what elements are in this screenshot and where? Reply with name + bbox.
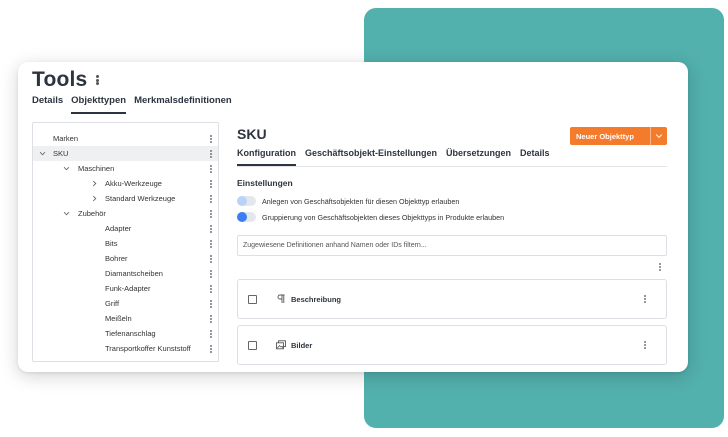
tree-item-label: Akku-Werkzeuge — [105, 179, 162, 188]
tree-item-menu-icon[interactable] — [210, 329, 212, 338]
definition-menu-icon[interactable] — [644, 341, 646, 349]
tree-item-label: Zubehör — [78, 209, 106, 218]
tab-details[interactable]: Details — [520, 148, 550, 166]
tree-item-label: SKU — [53, 149, 69, 158]
app-menu-icon[interactable] — [96, 75, 100, 85]
chevron-down-icon[interactable] — [650, 127, 667, 145]
tree-item-label: Maschinen — [78, 164, 115, 173]
tree-item-akku-werkzeuge[interactable]: Akku-Werkzeuge — [33, 176, 218, 191]
tree-item-menu-icon[interactable] — [210, 344, 212, 353]
chevron-right-icon[interactable] — [89, 179, 99, 189]
tree-item-label: Transportkoffer Kunststoff — [105, 344, 191, 353]
tree-item-label: Diamantscheiben — [105, 269, 163, 278]
setting-label: Anlegen von Geschäftsobjekten für diesen… — [262, 196, 460, 206]
allow-grouping-toggle[interactable] — [237, 212, 256, 222]
tree-item-transportkoffer-kunststoff[interactable]: Transportkoffer Kunststoff — [33, 341, 218, 356]
new-object-type-button-label: Neuer Objekttyp — [576, 131, 634, 141]
tab-objekttypen[interactable]: Objekttypen — [71, 95, 127, 114]
list-menu-icon[interactable] — [659, 263, 661, 271]
tree-item-menu-icon[interactable] — [210, 299, 212, 308]
detail-tabs: Konfiguration Geschäftsobjekt-Einstellun… — [237, 148, 667, 167]
tab-details[interactable]: Details — [32, 95, 63, 114]
tree-item-label: Standard Werkzeuge — [105, 194, 176, 203]
tree-item-menu-icon[interactable] — [210, 134, 212, 143]
tree-item-standard-werkzeuge[interactable]: Standard Werkzeuge — [33, 191, 218, 206]
tree-item-menu-icon[interactable] — [210, 209, 212, 218]
tree-item-menu-icon[interactable] — [210, 254, 212, 263]
definition-label: Beschreibung — [291, 294, 342, 304]
setting-allow-grouping: Gruppierung von Geschäftsobjekten dieses… — [237, 212, 504, 222]
tree-item-menu-icon[interactable] — [210, 284, 212, 293]
paragraph-icon — [275, 294, 286, 305]
tree-item-label: Marken — [53, 134, 79, 143]
tree-item-zubehoer[interactable]: Zubehör — [33, 206, 218, 221]
definition-filter-input[interactable]: Zugewiesene Definitionen anhand Namen od… — [237, 235, 667, 256]
tree-item-funk-adapter[interactable]: Funk-Adapter — [33, 281, 218, 296]
tree-item-menu-icon[interactable] — [210, 164, 212, 173]
tree-item-menu-icon[interactable] — [210, 194, 212, 203]
tree-item-bohrer[interactable]: Bohrer — [33, 251, 218, 266]
tree-item-label: Funk-Adapter — [105, 284, 151, 293]
tree-item-diamantscheiben[interactable]: Diamantscheiben — [33, 266, 218, 281]
tree-item-label: Adapter — [105, 224, 132, 233]
chevron-right-icon[interactable] — [89, 194, 99, 204]
chevron-down-icon[interactable] — [37, 149, 47, 159]
tab-merkmalsdefinitionen[interactable]: Merkmalsdefinitionen — [134, 95, 232, 114]
images-icon — [275, 340, 286, 351]
tab-geschaeftsobjekt-einstellungen[interactable]: Geschäftsobjekt-Einstellungen — [305, 148, 437, 166]
tab-uebersetzungen[interactable]: Übersetzungen — [446, 148, 511, 166]
tree-item-meisseln[interactable]: Meißeln — [33, 311, 218, 326]
tree-item-menu-icon[interactable] — [210, 179, 212, 188]
tree-item-menu-icon[interactable] — [210, 239, 212, 248]
top-tabs: Details Objekttypen Merkmalsdefinitionen — [32, 95, 232, 114]
definition-checkbox[interactable] — [248, 340, 257, 350]
setting-label: Gruppierung von Geschäftsobjekten dieses… — [262, 212, 505, 222]
tree-item-menu-icon[interactable] — [210, 269, 212, 278]
tab-konfiguration[interactable]: Konfiguration — [237, 148, 296, 166]
allow-create-toggle[interactable] — [237, 196, 256, 206]
tree-item-menu-icon[interactable] — [210, 224, 212, 233]
object-type-tree: Marken SKU Maschinen Akku-Werkzeuge Stan… — [32, 122, 219, 362]
chevron-down-icon[interactable] — [61, 164, 71, 174]
tree-item-menu-icon[interactable] — [210, 314, 212, 323]
app-window: Tools Details Objekttypen Merkmalsdefini… — [18, 62, 688, 372]
definition-menu-icon[interactable] — [644, 295, 646, 303]
tree-item-label: Tiefenanschlag — [105, 329, 156, 338]
tree-item-bits[interactable]: Bits — [33, 236, 218, 251]
tree-item-adapter[interactable]: Adapter — [33, 221, 218, 236]
definition-label: Bilder — [291, 340, 313, 350]
tree-item-maschinen[interactable]: Maschinen — [33, 161, 218, 176]
tree-item-tiefenanschlag[interactable]: Tiefenanschlag — [33, 326, 218, 341]
tree-item-label: Bits — [105, 239, 118, 248]
detail-title: SKU — [237, 126, 267, 142]
tree-item-label: Bohrer — [105, 254, 128, 263]
tree-item-marken[interactable]: Marken — [33, 131, 218, 146]
tree-item-label: Meißeln — [105, 314, 132, 323]
definition-card-bilder[interactable]: Bilder — [237, 325, 667, 365]
tree-item-griff[interactable]: Griff — [33, 296, 218, 311]
definition-card-beschreibung[interactable]: Beschreibung — [237, 279, 667, 319]
app-title: Tools — [32, 68, 88, 91]
tree-item-sku[interactable]: SKU — [33, 146, 218, 161]
tree-item-menu-icon[interactable] — [210, 149, 212, 158]
new-object-type-button[interactable]: Neuer Objekttyp — [570, 127, 667, 145]
object-type-detail: SKU Neuer Objekttyp Konfiguration Geschä… — [237, 122, 669, 367]
settings-title: Einstellungen — [237, 178, 293, 188]
app-header: Tools — [32, 68, 100, 92]
definition-checkbox[interactable] — [248, 294, 257, 304]
setting-allow-create: Anlegen von Geschäftsobjekten für diesen… — [237, 196, 459, 206]
chevron-down-icon[interactable] — [61, 209, 71, 219]
tree-item-label: Griff — [105, 299, 120, 308]
